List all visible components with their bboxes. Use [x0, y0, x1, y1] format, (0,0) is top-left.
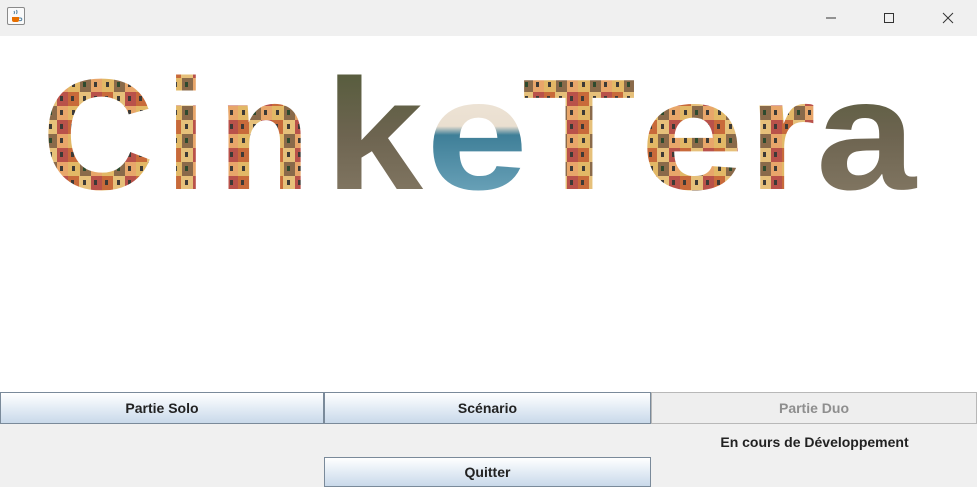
svg-text:T: T — [522, 47, 636, 223]
svg-text:C: C — [42, 47, 154, 223]
close-button[interactable] — [925, 0, 971, 36]
close-icon — [942, 12, 954, 24]
quit-button[interactable]: Quitter — [324, 457, 651, 487]
game-mode-buttons: Partie Solo Scénario Partie Duo — [0, 392, 977, 424]
title-bar — [0, 0, 977, 36]
svg-text:e: e — [640, 47, 744, 223]
minimize-button[interactable] — [808, 0, 854, 36]
svg-text:i: i — [166, 47, 206, 223]
scenario-button[interactable]: Scénario — [324, 392, 651, 424]
svg-text:n: n — [218, 47, 310, 223]
minimize-icon — [826, 17, 836, 19]
svg-text:r: r — [748, 47, 816, 223]
maximize-button[interactable] — [866, 0, 912, 36]
solo-game-button[interactable]: Partie Solo — [0, 392, 324, 424]
duo-game-button: Partie Duo — [651, 392, 977, 424]
java-coffee-icon[interactable] — [7, 7, 25, 25]
svg-text:k: k — [325, 47, 424, 223]
svg-text:a: a — [816, 47, 917, 223]
svg-text:e: e — [426, 47, 528, 223]
maximize-icon — [884, 13, 894, 23]
title-canvas: C i n k e T e r a — [0, 36, 977, 392]
cinketera-logo: C i n k e T e r a — [42, 47, 917, 223]
duo-status-label: En cours de Développement — [720, 434, 909, 450]
